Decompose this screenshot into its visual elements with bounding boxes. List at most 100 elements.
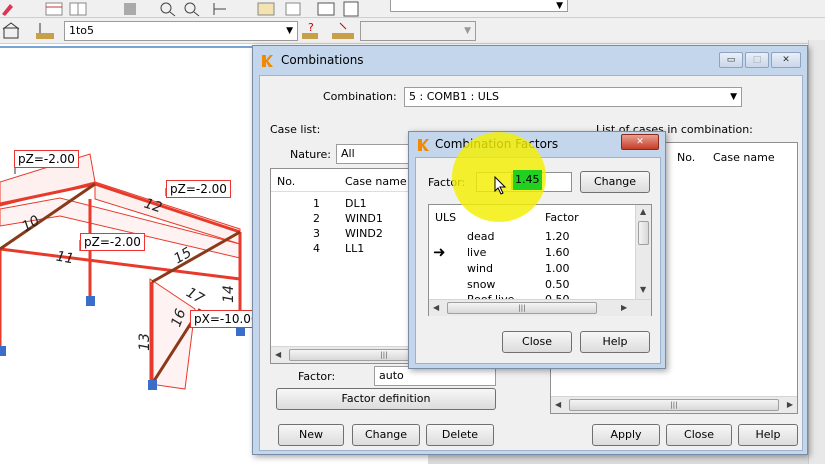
- toolbar-icons-strip: [2, 1, 359, 17]
- chevron-down-icon: ▼: [464, 26, 471, 36]
- factor-row-name[interactable]: snow: [467, 278, 495, 291]
- case-name[interactable]: WIND2: [345, 227, 383, 240]
- column-header-no: No.: [677, 151, 696, 164]
- scroll-left-icon[interactable]: ◀: [433, 303, 439, 312]
- column-header-factor: Factor: [545, 211, 579, 224]
- case-no[interactable]: 3: [313, 227, 320, 240]
- load-label: pZ=-2.00: [80, 233, 145, 251]
- factors-list[interactable]: ULS Factor dead 1.20 ➜ live 1.60 wind 1.…: [428, 204, 652, 316]
- new-button[interactable]: New: [278, 424, 344, 446]
- current-row-arrow-icon: ➜: [433, 243, 446, 261]
- apply-button[interactable]: Apply: [592, 424, 660, 446]
- scroll-up-icon[interactable]: ▲: [640, 207, 646, 216]
- table-icon[interactable]: [45, 2, 63, 16]
- factor-definition-button[interactable]: Factor definition: [276, 388, 496, 410]
- case-no[interactable]: 2: [313, 212, 320, 225]
- dialog-title: Combination Factors: [435, 137, 559, 151]
- factors-hscrollbar[interactable]: ◀ ||| ▶: [429, 299, 651, 316]
- combination-list-hscrollbar[interactable]: ◀ ||| ▶: [551, 396, 797, 413]
- delete-button[interactable]: Delete: [426, 424, 494, 446]
- member-number: 11: [54, 248, 76, 268]
- structure-view[interactable]: [0, 44, 260, 464]
- factor-label: Factor:: [428, 176, 466, 189]
- case-selection-combo[interactable]: 1to5 ▼: [64, 21, 298, 41]
- svg-text:?: ?: [308, 21, 314, 34]
- loads-combo[interactable]: ▼: [390, 0, 568, 12]
- load-question-icon[interactable]: ?: [300, 21, 320, 41]
- nature-select[interactable]: All: [336, 144, 416, 164]
- window-title: Combinations: [281, 53, 364, 67]
- case-no[interactable]: 4: [313, 242, 320, 255]
- zoom-icon[interactable]: [160, 2, 176, 17]
- change-button[interactable]: Change: [352, 424, 420, 446]
- background-panel: [428, 454, 808, 464]
- pencil-icon[interactable]: [2, 4, 13, 16]
- background-scrollbar[interactable]: [808, 40, 825, 464]
- scroll-down-icon[interactable]: ▼: [640, 285, 646, 294]
- factor-row-value[interactable]: 1.20: [545, 230, 570, 243]
- case-name[interactable]: LL1: [345, 242, 364, 255]
- scroll-left-icon[interactable]: ◀: [555, 400, 561, 409]
- factor-row-value[interactable]: 0.50: [545, 278, 570, 291]
- zoom-window-icon[interactable]: [184, 2, 200, 17]
- factor-input-value: auto: [379, 369, 404, 382]
- main-toolbar: ▼: [0, 0, 825, 18]
- document-icon[interactable]: [343, 1, 359, 17]
- combination-value: 5 : COMB1 : ULS: [409, 90, 499, 103]
- scroll-thumb[interactable]: [638, 221, 649, 245]
- factors-close-button[interactable]: Close: [502, 331, 572, 353]
- scroll-thumb[interactable]: |||: [447, 302, 597, 314]
- secondary-toolbar: 1to5 ▼ ? ▼: [0, 18, 825, 44]
- chevron-down-icon: ▼: [286, 26, 293, 36]
- factor-input[interactable]: auto: [374, 366, 496, 386]
- factor-label: Factor:: [298, 370, 336, 383]
- image-icon[interactable]: [257, 2, 275, 16]
- load-label: pZ=-2.00: [14, 150, 79, 168]
- scroll-right-icon[interactable]: ▶: [787, 400, 793, 409]
- column-header-uls: ULS: [435, 211, 457, 224]
- minimize-button[interactable]: ▭: [719, 52, 743, 68]
- case-name[interactable]: WIND1: [345, 212, 383, 225]
- combination-select[interactable]: 5 : COMB1 : ULS ▼: [404, 87, 742, 107]
- help-button[interactable]: Help: [738, 424, 798, 446]
- disabled-combo[interactable]: ▼: [360, 21, 476, 41]
- maximize-button[interactable]: □: [745, 52, 769, 68]
- frame-icon[interactable]: [317, 2, 335, 16]
- close-dialog-button[interactable]: ✕: [621, 134, 659, 150]
- load-edit-icon[interactable]: [330, 21, 356, 41]
- factor-row-name[interactable]: dead: [467, 230, 494, 243]
- nature-value: All: [341, 147, 355, 160]
- case-no[interactable]: 1: [313, 197, 320, 210]
- app-logo-icon: [262, 55, 273, 67]
- chart-icon[interactable]: [285, 2, 301, 16]
- scroll-right-icon[interactable]: ▶: [621, 303, 627, 312]
- case-list-label: Case list:: [270, 123, 321, 136]
- load-label: pZ=-2.00: [166, 180, 231, 198]
- case-name[interactable]: DL1: [345, 197, 367, 210]
- close-button[interactable]: Close: [666, 424, 732, 446]
- scroll-left-icon[interactable]: ◀: [275, 350, 281, 359]
- grey-box-icon[interactable]: [124, 3, 136, 15]
- change-factor-button[interactable]: Change: [580, 171, 650, 193]
- factor-row-name[interactable]: wind: [467, 262, 493, 275]
- spreadsheet-icon[interactable]: [69, 2, 87, 16]
- close-window-button[interactable]: ✕: [771, 52, 801, 68]
- factor-row-name[interactable]: live: [467, 246, 486, 259]
- factor-row-value[interactable]: 1.60: [545, 246, 570, 259]
- home-icon[interactable]: [2, 22, 20, 40]
- case-selection-value: 1to5: [69, 24, 95, 37]
- column-header-no: No.: [277, 175, 296, 188]
- factors-help-button[interactable]: Help: [580, 331, 650, 353]
- axis-icon[interactable]: [213, 3, 226, 15]
- chevron-down-icon: ▼: [730, 92, 737, 102]
- column-header-case-name: Case name: [713, 151, 775, 164]
- app-logo-icon: [418, 139, 429, 151]
- factor-row-value[interactable]: 1.00: [545, 262, 570, 275]
- load-case-icon[interactable]: [34, 21, 56, 41]
- application-window: ▼ 1to5 ▼ ? ▼ pZ=-2.00 pZ=-2.00 pZ=-2.00 p: [0, 0, 825, 464]
- factors-vscrollbar[interactable]: ▲ ▼: [635, 205, 651, 299]
- nature-label: Nature:: [290, 148, 332, 161]
- chevron-down-icon: ▼: [556, 1, 563, 11]
- member-number: 13: [136, 333, 153, 351]
- scroll-thumb[interactable]: |||: [569, 399, 779, 411]
